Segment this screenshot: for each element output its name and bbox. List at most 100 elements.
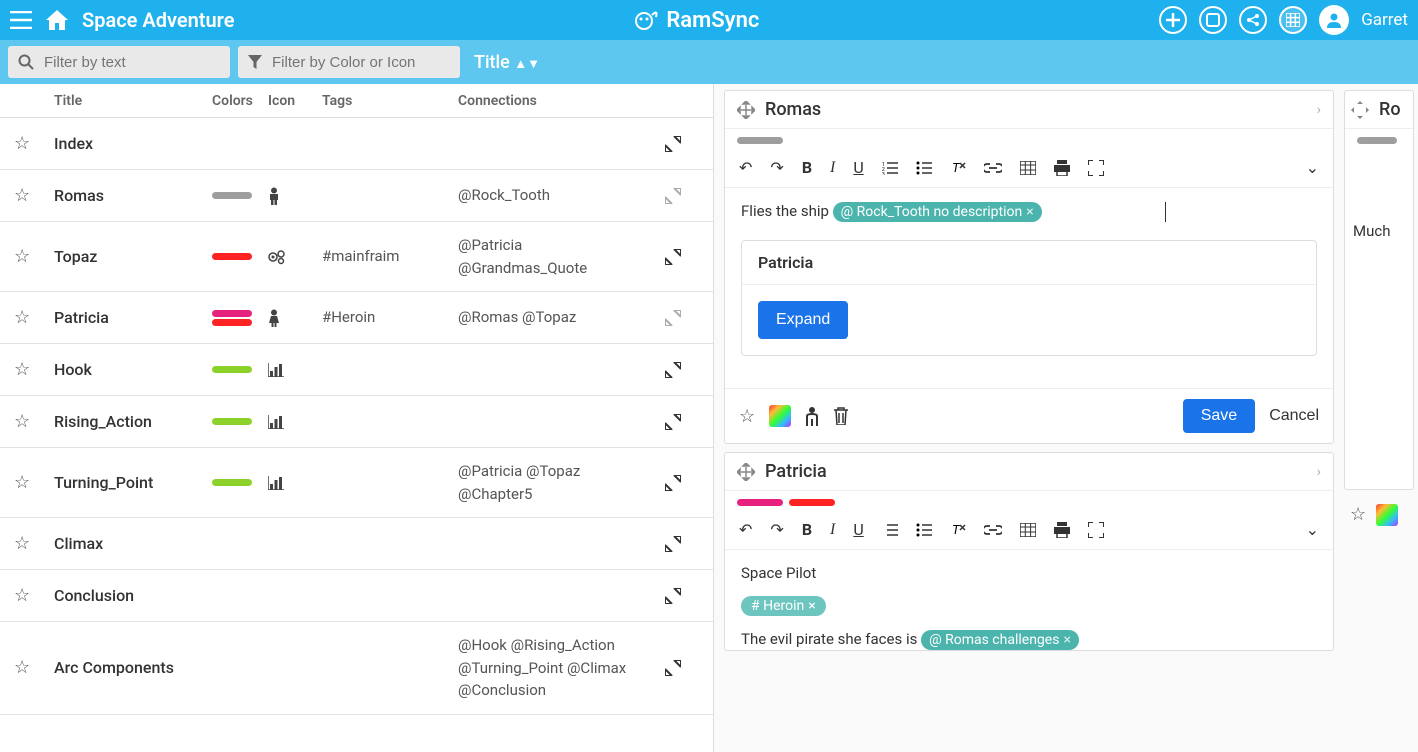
- row-icon: [268, 476, 322, 490]
- expand-icon[interactable]: [665, 310, 699, 326]
- star-icon[interactable]: ☆: [14, 533, 30, 554]
- link-icon[interactable]: [984, 525, 1002, 535]
- expand-icon[interactable]: [665, 188, 699, 204]
- chevron-down-icon[interactable]: ⌄: [1306, 158, 1319, 177]
- italic-icon[interactable]: I: [830, 159, 835, 177]
- ul-icon[interactable]: [916, 523, 932, 537]
- table-row[interactable]: ☆ Topaz #mainfraim @Patricia@Grandmas_Qu…: [0, 222, 713, 292]
- star-icon[interactable]: ☆: [14, 411, 30, 432]
- star-icon[interactable]: ☆: [14, 307, 30, 328]
- mention-rock-tooth[interactable]: @ Rock_Tooth no description×: [833, 202, 1042, 222]
- table-row[interactable]: ☆ Climax: [0, 518, 713, 570]
- editor-toolbar: ↶ ↷ B I U T ⌄: [725, 510, 1333, 550]
- move-icon[interactable]: [737, 101, 755, 119]
- table-row[interactable]: ☆ Arc Components @Hook @Rising_Action@Tu…: [0, 622, 713, 715]
- star-icon[interactable]: ☆: [14, 246, 30, 267]
- move-icon[interactable]: [737, 463, 755, 481]
- chevron-down-icon[interactable]: ⌄: [1306, 520, 1319, 539]
- row-title: Patricia: [54, 308, 212, 327]
- expand-icon[interactable]: [665, 588, 699, 604]
- tag-heroin[interactable]: # Heroin×: [741, 596, 826, 616]
- star-icon[interactable]: ☆: [1350, 504, 1366, 526]
- italic-icon[interactable]: I: [830, 521, 835, 539]
- expand-button[interactable]: Expand: [758, 301, 848, 339]
- editor-body[interactable]: Flies the ship @ Rock_Tooth no descripti…: [725, 188, 1333, 388]
- bold-icon[interactable]: B: [802, 520, 812, 539]
- cancel-button[interactable]: Cancel: [1269, 407, 1319, 425]
- grid-button[interactable]: [1279, 6, 1307, 34]
- filter-text-input[interactable]: [44, 54, 204, 71]
- col-tags[interactable]: Tags: [322, 93, 458, 109]
- menu-icon[interactable]: [10, 11, 32, 29]
- ol-icon[interactable]: 123: [882, 161, 898, 175]
- table-icon[interactable]: [1020, 161, 1036, 175]
- color-picker-icon[interactable]: [769, 405, 791, 427]
- expand-icon[interactable]: [665, 660, 699, 676]
- star-icon[interactable]: ☆: [14, 657, 30, 678]
- print-icon[interactable]: [1054, 160, 1070, 176]
- col-title[interactable]: Title: [54, 93, 212, 109]
- table-row[interactable]: ☆ Turning_Point @Patricia @Topaz@Chapter…: [0, 448, 713, 518]
- expand-icon[interactable]: [665, 249, 699, 265]
- row-title: Index: [54, 134, 212, 153]
- filter-color-input[interactable]: [272, 54, 432, 71]
- user-avatar-icon[interactable]: [1319, 5, 1349, 35]
- row-title: Climax: [54, 534, 212, 553]
- star-icon[interactable]: ☆: [14, 472, 30, 493]
- col-icon[interactable]: Icon: [268, 93, 322, 109]
- fullscreen-icon[interactable]: [1088, 160, 1104, 176]
- star-icon[interactable]: ☆: [14, 585, 30, 606]
- redo-icon[interactable]: ↷: [770, 158, 783, 177]
- star-icon[interactable]: ☆: [739, 406, 755, 427]
- table-row[interactable]: ☆ Rising_Action: [0, 396, 713, 448]
- home-icon[interactable]: [46, 10, 68, 30]
- undo-icon[interactable]: ↶: [739, 520, 752, 539]
- table-row[interactable]: ☆ Index: [0, 118, 713, 170]
- note-button[interactable]: [1199, 6, 1227, 34]
- chevron-right-icon[interactable]: ›: [1317, 464, 1321, 480]
- redo-icon[interactable]: ↷: [770, 520, 783, 539]
- table-icon[interactable]: [1020, 523, 1036, 537]
- save-button[interactable]: Save: [1183, 399, 1255, 433]
- add-button[interactable]: [1159, 6, 1187, 34]
- star-icon[interactable]: ☆: [14, 185, 30, 206]
- filter-color-box[interactable]: [238, 46, 460, 78]
- table-row[interactable]: ☆ Hook: [0, 344, 713, 396]
- expand-icon[interactable]: [665, 136, 699, 152]
- col-colors[interactable]: Colors: [212, 93, 268, 109]
- person-icon[interactable]: [805, 406, 819, 426]
- row-icon: [268, 249, 322, 265]
- chevron-right-icon[interactable]: ›: [1317, 102, 1321, 118]
- star-icon[interactable]: ☆: [14, 359, 30, 380]
- ol-icon[interactable]: [882, 523, 898, 537]
- table-row[interactable]: ☆ Conclusion: [0, 570, 713, 622]
- underline-icon[interactable]: U: [853, 520, 863, 539]
- row-title: Romas: [54, 186, 212, 205]
- row-connections: @Hook @Rising_Action@Turning_Point @Clim…: [458, 634, 665, 702]
- expand-icon[interactable]: [665, 475, 699, 491]
- editor-body[interactable]: Space Pilot # Heroin× The evil pirate sh…: [725, 550, 1333, 650]
- link-icon[interactable]: [984, 163, 1002, 173]
- color-picker-icon[interactable]: [1376, 504, 1398, 526]
- ul-icon[interactable]: [916, 161, 932, 175]
- star-icon[interactable]: ☆: [14, 133, 30, 154]
- table-row[interactable]: ☆ Patricia #Heroin @Romas @Topaz: [0, 292, 713, 344]
- sort-control[interactable]: Title ▲▼: [468, 52, 540, 73]
- filter-text-box[interactable]: [8, 46, 230, 78]
- delete-icon[interactable]: [833, 407, 849, 425]
- move-icon[interactable]: [1351, 101, 1369, 119]
- print-icon[interactable]: [1054, 522, 1070, 538]
- clear-format-icon[interactable]: T: [950, 522, 966, 538]
- table-row[interactable]: ☆ Romas @Rock_Tooth: [0, 170, 713, 222]
- expand-icon[interactable]: [665, 414, 699, 430]
- clear-format-icon[interactable]: T: [950, 160, 966, 176]
- undo-icon[interactable]: ↶: [739, 158, 752, 177]
- share-button[interactable]: [1239, 6, 1267, 34]
- mention-romas[interactable]: @ Romas challenges×: [921, 630, 1079, 650]
- expand-icon[interactable]: [665, 536, 699, 552]
- fullscreen-icon[interactable]: [1088, 522, 1104, 538]
- expand-icon[interactable]: [665, 362, 699, 378]
- col-connections[interactable]: Connections: [458, 93, 665, 109]
- underline-icon[interactable]: U: [853, 158, 863, 177]
- bold-icon[interactable]: B: [802, 158, 812, 177]
